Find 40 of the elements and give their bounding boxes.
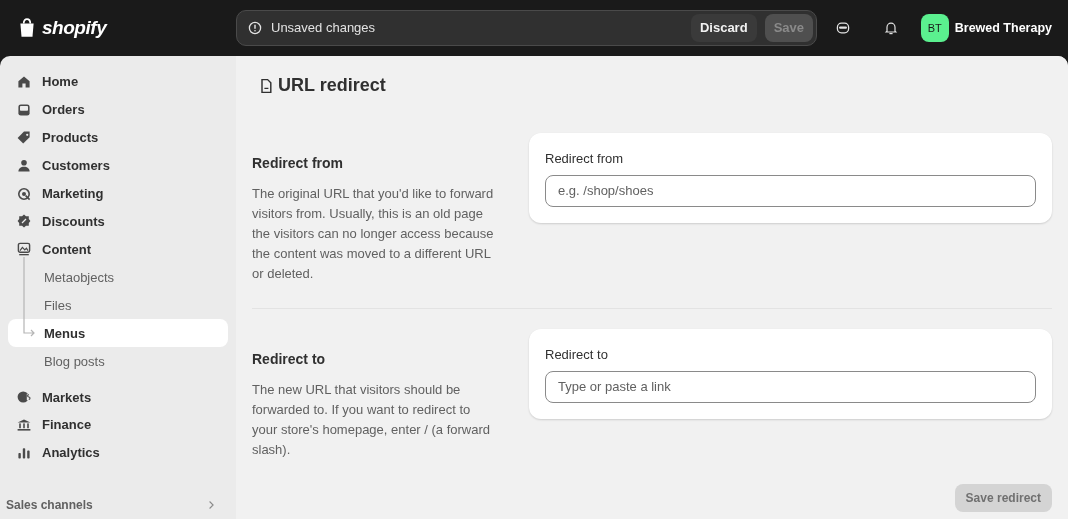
avatar[interactable]: BT — [920, 14, 949, 42]
sidebar-item[interactable]: Analytics — [8, 439, 228, 468]
sidebar-item[interactable]: Orders — [8, 95, 228, 124]
discount-badge-icon — [16, 213, 32, 230]
person-icon — [16, 157, 32, 174]
page-title: URL redirect — [278, 74, 386, 97]
sidebar-item[interactable]: Products — [8, 123, 228, 152]
url-input-field[interactable]: e.g. /shop/shoes — [545, 174, 1036, 207]
discard-button[interactable]: Discard — [690, 14, 757, 42]
sidebar-item[interactable]: Markets — [8, 383, 228, 412]
bank-icon — [16, 417, 32, 434]
sidebar-item[interactable]: Customers — [8, 151, 228, 180]
section-description: The new URL that visitors should be forwarded to. If you want to redirect to your store's homepage, enter / (a forward slash). — [252, 381, 492, 459]
sidebar-item[interactable]: Home — [8, 68, 228, 96]
sidebar-subitem[interactable]: Files — [8, 291, 228, 320]
sidebar-item[interactable]: Marketing — [8, 179, 228, 208]
sidebar-item[interactable]: Finance — [8, 411, 228, 440]
section-heading: Redirect from — [252, 154, 345, 173]
alert-icon — [247, 20, 263, 36]
field-label: Redirect from — [545, 150, 625, 168]
sidebar-subitem[interactable]: Blog posts — [8, 347, 228, 376]
inbox-icon — [16, 101, 32, 118]
store-name[interactable]: Brewed Therapy — [954, 18, 1052, 38]
sidebar-subitem[interactable]: Menus — [8, 319, 228, 348]
sales-channels-link[interactable]: Sales channels — [6, 491, 228, 519]
image-monitor-icon — [16, 241, 32, 258]
target-icon — [16, 185, 32, 202]
logo-text: shopify — [42, 15, 107, 40]
sidebar-item[interactable]: Discounts — [8, 207, 228, 236]
section-description: The original URL that you'd like to forward visitors from. Usually, this is an old page the visitors can no longer access because the content was moved to a different URL or deleted. — [252, 185, 495, 283]
sidebar-item[interactable]: Content — [8, 235, 228, 264]
sidebar-subitem[interactable]: Metaobjects — [8, 263, 228, 292]
tag-icon — [16, 129, 32, 146]
bell-icon — [882, 20, 899, 36]
notice-text: Unsaved changes — [271, 19, 377, 38]
section-heading: Redirect to — [252, 350, 327, 369]
field-label: Redirect to — [545, 346, 609, 364]
url-input-field[interactable]: Type or paste a link — [545, 370, 1036, 403]
bar-chart-icon — [16, 445, 32, 462]
document-icon — [258, 77, 274, 94]
